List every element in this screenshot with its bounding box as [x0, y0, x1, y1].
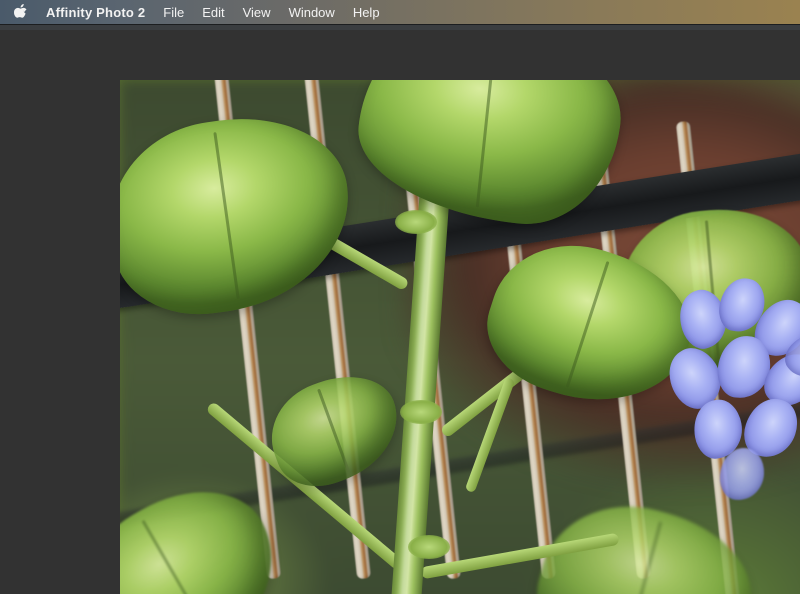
- app-name[interactable]: Affinity Photo 2: [46, 5, 145, 20]
- menu-help[interactable]: Help: [353, 5, 380, 20]
- stem-node: [400, 400, 442, 424]
- image-canvas[interactable]: [120, 80, 800, 594]
- menu-window[interactable]: Window: [289, 5, 335, 20]
- stem-node: [395, 210, 437, 234]
- menu-view[interactable]: View: [243, 5, 271, 20]
- flower-cluster: [650, 270, 800, 500]
- macos-menu-bar: Affinity Photo 2 File Edit View Window H…: [0, 0, 800, 24]
- stem-node: [408, 535, 450, 559]
- apple-logo-icon[interactable]: [14, 4, 28, 20]
- menu-file[interactable]: File: [163, 5, 184, 20]
- editor-workspace: [0, 30, 800, 594]
- menu-edit[interactable]: Edit: [202, 5, 224, 20]
